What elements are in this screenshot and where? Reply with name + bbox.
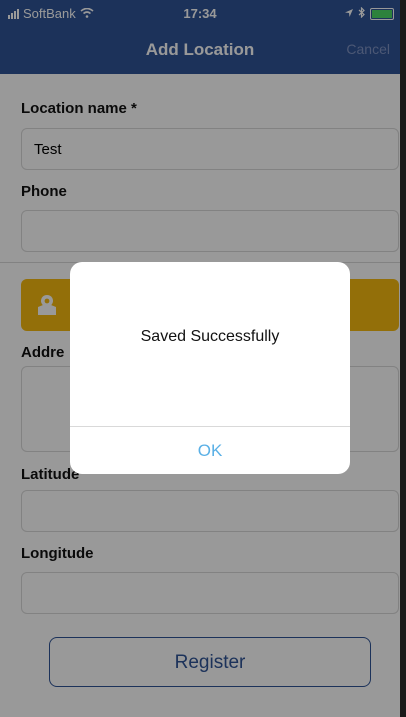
alert-dialog: Saved Successfully OK [70,262,350,474]
alert-message: Saved Successfully [140,328,280,345]
app-screen: SoftBank 17:34 Add Location Cancel Locat… [0,0,406,717]
ok-button[interactable]: OK [70,427,350,474]
